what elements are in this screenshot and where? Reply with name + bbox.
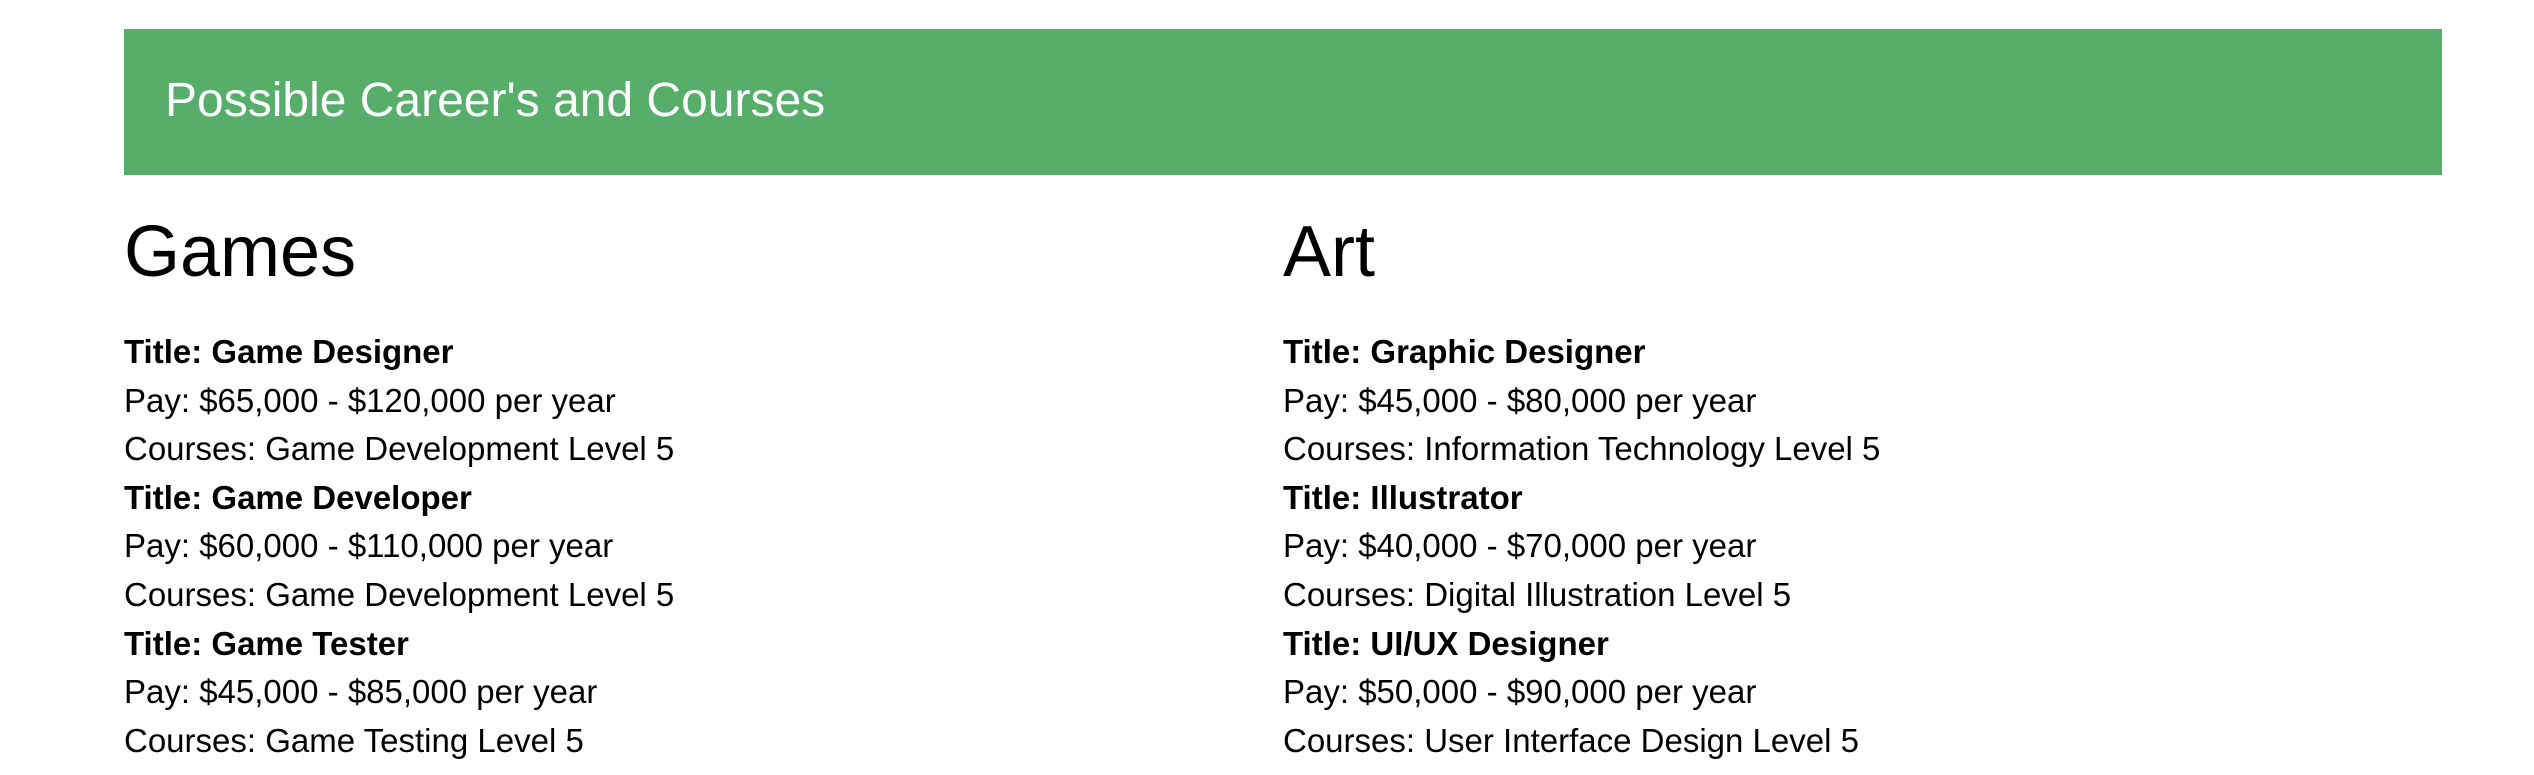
- job-entry: Title: Game Developer Pay: $60,000 - $11…: [124, 474, 674, 620]
- job-title: Title: Graphic Designer: [1283, 333, 1646, 370]
- job-courses: Courses: Game Testing Level 5: [124, 721, 584, 759]
- job-entry: Title: UI/UX Designer Pay: $50,000 - $90…: [1283, 620, 1880, 766]
- job-courses: Courses: Game Development Level 5: [124, 430, 675, 468]
- job-title: Title: Game Developer: [124, 478, 472, 516]
- job-entry: Title: Game Designer Pay: $65,000 - $120…: [124, 328, 674, 474]
- games-column: Games Title: Game Designer Pay: $65,000 …: [124, 210, 1224, 759]
- page-title: Possible Career's and Courses: [165, 74, 826, 127]
- job-title: Title: Game Designer: [124, 333, 454, 370]
- job-courses: Courses: Game Development Level 5: [124, 575, 675, 613]
- job-pay: Pay: $65,000 - $120,000 per year: [124, 381, 616, 419]
- job-pay: Pay: $40,000 - $70,000 per year: [1283, 527, 1757, 565]
- job-title: Title: UI/UX Designer: [1283, 624, 1609, 662]
- job-title: Title: Game Tester: [124, 624, 409, 662]
- games-job-list: Title: Game Designer Pay: $65,000 - $120…: [124, 328, 674, 765]
- job-pay: Pay: $45,000 - $85,000 per year: [124, 673, 598, 711]
- job-courses: Courses: Digital Illustration Level 5: [1283, 575, 1792, 613]
- page-header-banner: Possible Career's and Courses: [124, 29, 2442, 175]
- job-entry: Title: Graphic Designer Pay: $45,000 - $…: [1283, 328, 1880, 474]
- job-title: Title: Illustrator: [1283, 478, 1523, 516]
- job-courses: Courses: Information Technology Level 5: [1283, 430, 1881, 468]
- job-courses: Courses: User Interface Design Level 5: [1283, 721, 1859, 759]
- job-pay: Pay: $50,000 - $90,000 per year: [1283, 673, 1757, 711]
- art-job-list: Title: Graphic Designer Pay: $45,000 - $…: [1283, 328, 1880, 765]
- job-entry: Title: Illustrator Pay: $40,000 - $70,00…: [1283, 474, 1880, 620]
- art-heading: Art: [1283, 212, 1376, 292]
- art-column: Art Title: Graphic Designer Pay: $45,000…: [1283, 210, 2383, 759]
- games-heading: Games: [124, 212, 357, 292]
- job-entry: Title: Game Tester Pay: $45,000 - $85,00…: [124, 620, 674, 766]
- job-pay: Pay: $60,000 - $110,000 per year: [124, 527, 614, 565]
- job-pay: Pay: $45,000 - $80,000 per year: [1283, 381, 1757, 419]
